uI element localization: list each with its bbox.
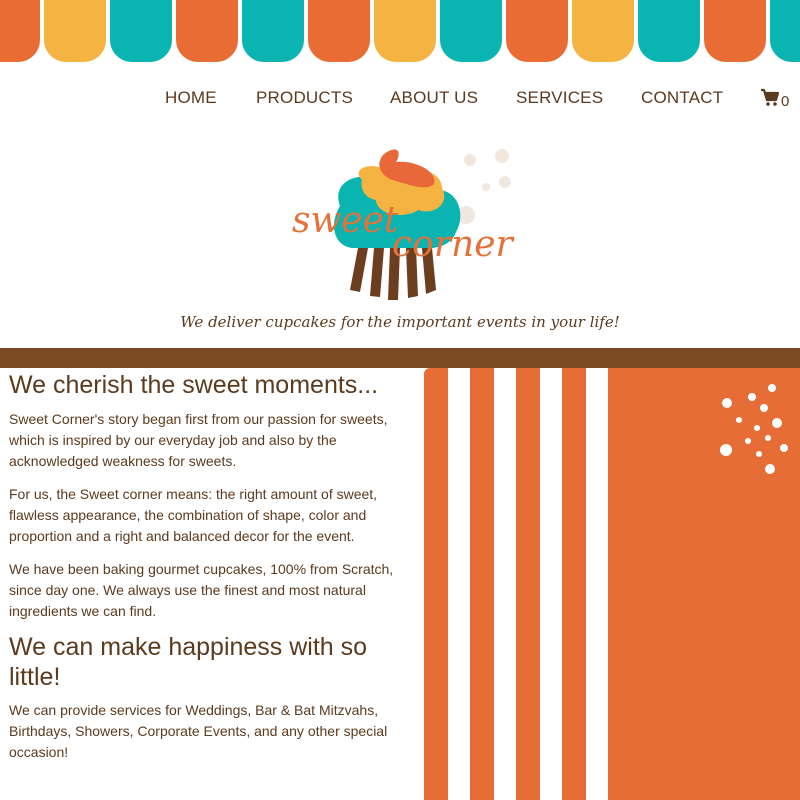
nav-home[interactable]: HOME <box>165 88 217 108</box>
paragraph-meaning: For us, the Sweet corner means: the righ… <box>9 486 378 544</box>
awning-scallop <box>308 0 370 62</box>
cart-count: 0 <box>781 93 790 110</box>
heading-cherish: We cherish the sweet moments... <box>9 371 379 399</box>
nav-about-us[interactable]: ABOUT US <box>390 88 478 108</box>
divider-band <box>0 348 800 368</box>
about-content: We cherish the sweet moments... Sweet Co… <box>9 370 394 763</box>
paragraph-story: Sweet Corner's story began first from ou… <box>9 411 388 469</box>
awning-scallop <box>0 0 40 62</box>
awning-scallop <box>704 0 766 62</box>
shopping-cart-icon <box>761 88 780 106</box>
nav-contact[interactable]: CONTACT <box>641 88 723 108</box>
awning-banner <box>0 0 800 62</box>
logo-word-sweet: sweet <box>292 200 399 241</box>
awning-scallop <box>770 0 800 62</box>
nav-services[interactable]: SERVICES <box>516 88 603 108</box>
awning-scallop <box>638 0 700 62</box>
tagline: We deliver cupcakes for the important ev… <box>180 313 620 331</box>
main-nav: HOME PRODUCTS ABOUT US SERVICES CONTACT … <box>0 88 800 114</box>
awning-scallop <box>506 0 568 62</box>
nav-products[interactable]: PRODUCTS <box>256 88 353 108</box>
awning-scallop <box>242 0 304 62</box>
awning-scallop <box>572 0 634 62</box>
awning-scallop <box>110 0 172 62</box>
decorative-stripes-panel <box>424 368 800 800</box>
paragraph-baking: We have been baking gourmet cupcakes, 10… <box>9 561 394 619</box>
logo-word-corner: corner <box>392 224 513 265</box>
heading-happiness: We can make happiness with so little! <box>9 633 368 691</box>
awning-scallop <box>374 0 436 62</box>
sprinkles-icon <box>720 384 788 474</box>
sweet-corner-logo[interactable]: sweet corner <box>280 140 530 315</box>
paragraph-services: We can provide services for Weddings, Ba… <box>9 702 388 760</box>
awning-scallop <box>440 0 502 62</box>
awning-scallop <box>44 0 106 62</box>
awning-scallop <box>176 0 238 62</box>
